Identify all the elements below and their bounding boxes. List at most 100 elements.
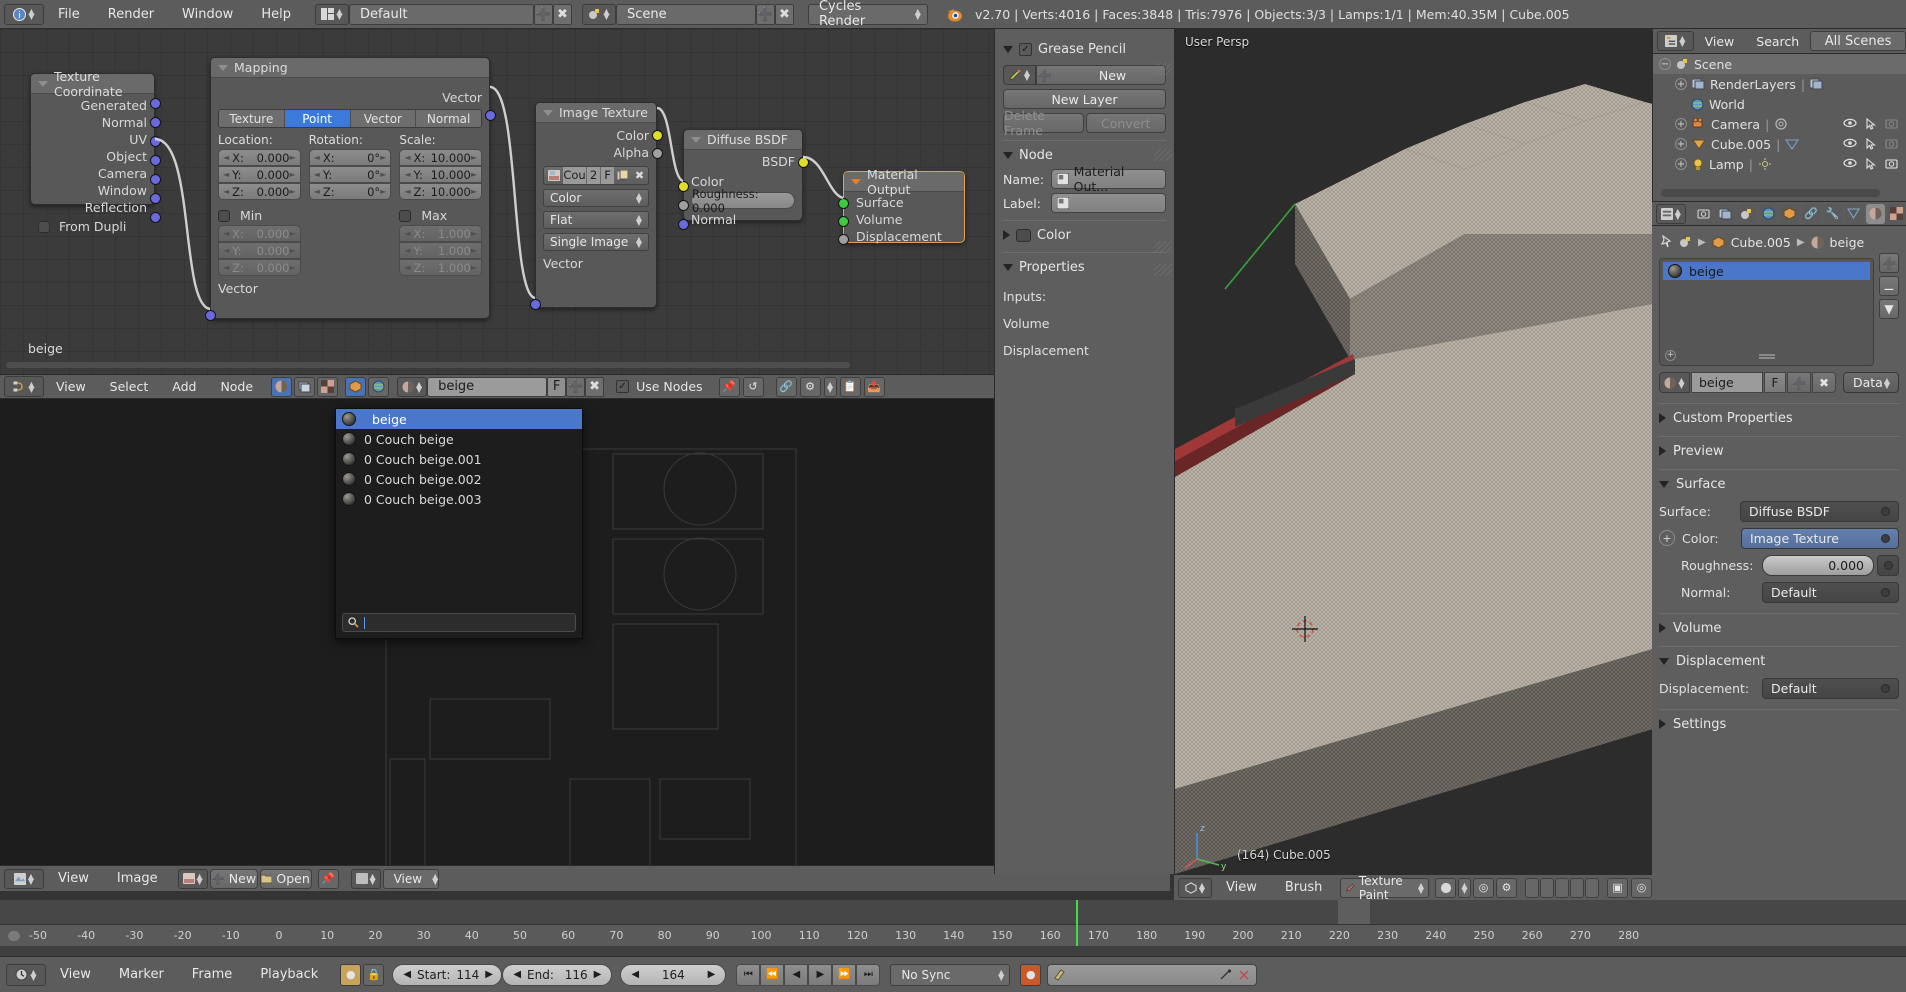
panel-collapse-icon[interactable]	[1003, 263, 1013, 271]
delete-keyframe-icon[interactable]	[1238, 969, 1251, 981]
interaction-mode-dropdown[interactable]: Texture Paint ▲ ▼	[1340, 874, 1429, 902]
projection-dropdown[interactable]: Flat ▲ ▼	[543, 211, 649, 229]
menu-render[interactable]: Render	[94, 4, 168, 25]
shading-spinner[interactable]: ▲ ▼	[1458, 877, 1471, 898]
list-resize-grip[interactable]	[1758, 354, 1775, 359]
node-texture-coordinate[interactable]: Texture Coordinate Generated Normal UV O…	[30, 69, 161, 234]
outliner-row-world[interactable]: World	[1653, 94, 1906, 114]
outliner-row-camera[interactable]: + Camera |	[1653, 114, 1906, 134]
material-dropdown-popup[interactable]: beige 0 Couch beige 0 Couch beige.001 0 …	[335, 408, 583, 639]
use-nodes-checkbox[interactable]: ✓	[616, 380, 630, 393]
node-label-field[interactable]	[1051, 193, 1166, 213]
panel-custom-properties[interactable]: Custom Properties	[1659, 407, 1899, 429]
node-image-texture[interactable]: Image Texture Color Alpha Cou 2 F ✖ Colo…	[530, 102, 663, 310]
socket-alpha-out[interactable]	[652, 148, 663, 159]
dropdown-item-couch-beige-002[interactable]: 0 Couch beige.002	[336, 469, 582, 489]
dropdown-item-couch-beige-001[interactable]: 0 Couch beige.001	[336, 449, 582, 469]
renderability-camera-icon[interactable]	[1885, 118, 1898, 129]
renderability-camera-icon[interactable]	[1885, 158, 1898, 169]
outliner[interactable]: ▲ ▼ View Search All Scenes − Scene + Rend…	[1652, 29, 1906, 201]
slot-world-icon[interactable]	[368, 376, 390, 397]
timeline[interactable]: -50 -40 -30 -20 -10 0 10 20 30 40 50 60 70 80 90 100 110…	[0, 900, 1906, 956]
sync-mode-dropdown[interactable]: No Sync ▲ ▼	[890, 963, 1011, 986]
projection-spinner[interactable]: ▲ ▼	[636, 214, 642, 227]
render-engine-dropdown[interactable]: Cycles Render ▲ ▼	[807, 0, 928, 29]
tab-world[interactable]	[1758, 203, 1778, 224]
material-fake-user-button[interactable]: F	[547, 376, 567, 397]
displacement-input-dropdown[interactable]: Default	[1762, 677, 1899, 699]
node-header[interactable]: Diffuse BSDF	[684, 130, 802, 150]
add-material-slot-button[interactable]: ➕	[1879, 253, 1899, 273]
go-parent-icon[interactable]: ↺	[742, 376, 764, 397]
layer-button-1[interactable]	[1525, 877, 1539, 898]
outliner-row-scene[interactable]: − Scene	[1653, 54, 1906, 74]
outliner-type-spinner[interactable]: ▲ ▼	[1679, 35, 1685, 48]
node-header[interactable]: Texture Coordinate	[31, 69, 154, 99]
panel-displacement[interactable]: Displacement	[1659, 650, 1899, 672]
source-spinner[interactable]: ▲ ▼	[636, 236, 642, 249]
material-new-button[interactable]: ➕	[566, 376, 586, 397]
gp-new-layer-button[interactable]: New Layer	[1003, 89, 1166, 109]
socket-volume-in[interactable]	[838, 216, 849, 227]
location-x-field[interactable]: ◄ X: 0.000 ►	[218, 149, 301, 166]
node-editor-type-selector[interactable]: ▲ ▼	[4, 376, 44, 397]
normal-input-dropdown[interactable]: Default	[1762, 581, 1899, 603]
panel-collapse-icon[interactable]	[1659, 480, 1669, 488]
pin-image-icon[interactable]: 📌	[317, 868, 339, 889]
min-checkbox[interactable]	[218, 210, 230, 222]
collapse-triangle-icon[interactable]	[38, 80, 48, 87]
roughness-slider[interactable]: 0.000	[1762, 554, 1874, 576]
rotation-y-field[interactable]: ◄ Y: 0° ►	[308, 166, 392, 183]
panel-expand-icon[interactable]	[1003, 230, 1010, 240]
material-unlink-button[interactable]: ✖	[1812, 372, 1836, 393]
expand-icon[interactable]: +	[1675, 138, 1687, 150]
gp-convert-button[interactable]: Convert	[1085, 113, 1166, 133]
socket-normal-in[interactable]	[678, 219, 689, 230]
socket-camera[interactable]	[150, 174, 161, 185]
selectability-cursor-icon[interactable]	[1866, 118, 1876, 130]
snap-magnet-icon[interactable]: ⚙	[1496, 877, 1517, 898]
delete-scene-button[interactable]: ✖	[774, 3, 794, 25]
outliner-row-lamp[interactable]: + Lamp |	[1653, 154, 1906, 174]
dropdown-search-input[interactable]	[342, 613, 576, 632]
surface-animate-dot[interactable]	[1881, 506, 1890, 516]
max-y-field[interactable]: ◄ Y: 1.000 ►	[399, 242, 483, 259]
lock-icon[interactable]: 🔒	[363, 963, 385, 986]
end-frame-field[interactable]: ◀ End: 116 ▶	[502, 963, 613, 986]
snap-spinner[interactable]: ▲ ▼	[823, 376, 837, 397]
min-z-field[interactable]: ◄ Z: 0.000 ►	[218, 259, 301, 276]
material-name-field[interactable]: beige	[427, 376, 548, 397]
node-diffuse-bsdf[interactable]: Diffuse BSDF BSDF Color Roughness: 0.000…	[678, 129, 809, 230]
view-mode-icon[interactable]: ▲ ▼	[350, 868, 381, 889]
grease-pencil-panel-header[interactable]: ✓ Grease Pencil	[1003, 39, 1172, 75]
max-x-field[interactable]: ◄ X: 1.000 ►	[399, 225, 483, 242]
breadcrumb-object[interactable]: Cube.005	[1731, 235, 1791, 250]
material-browse-icon[interactable]: ▲ ▼	[1659, 372, 1690, 393]
image-browse-button[interactable]: ▲ ▼	[177, 868, 208, 889]
pin-icon[interactable]: 📌	[718, 376, 740, 397]
auto-keyframe-icon[interactable]: ●	[340, 963, 362, 986]
image-menu-view[interactable]: View	[44, 868, 103, 889]
location-y-field[interactable]: ◄ Y: 0.000 ►	[218, 166, 301, 183]
node-mapping[interactable]: Mapping Vector Texture Point Vector Norm…	[205, 57, 496, 321]
material-new-button[interactable]: ➕	[1787, 372, 1811, 393]
screen-layout-icon[interactable]: ▲ ▼	[314, 3, 349, 25]
pin-icon[interactable]	[1659, 235, 1673, 249]
collapse-triangle-icon[interactable]	[691, 136, 701, 143]
color-expand-icon[interactable]: +	[1659, 530, 1675, 546]
socket-window[interactable]	[150, 193, 161, 204]
add-scene-button[interactable]: ➕	[755, 3, 775, 25]
record-button[interactable]: ●	[1020, 963, 1042, 986]
tab-normal[interactable]: Normal	[416, 110, 481, 127]
dropdown-item-couch-beige-003[interactable]: 0 Couch beige.003	[336, 489, 582, 509]
scene-spinner[interactable]: ▲ ▼	[603, 8, 609, 21]
outliner-menu-view[interactable]: View	[1694, 31, 1746, 52]
editor-type-selector[interactable]: i ▲ ▼	[4, 3, 44, 25]
jump-to-end-button[interactable]: ⏭	[856, 963, 881, 986]
scene-dropdown[interactable]: Scene	[615, 3, 756, 25]
sync-mode-spinner[interactable]: ▲ ▼	[998, 968, 1004, 981]
active-keying-set-field[interactable]	[1047, 963, 1258, 986]
gp-datablock-icon[interactable]: ▲ ▼	[1003, 65, 1036, 85]
view-mode-arrows[interactable]: ▲ ▼	[432, 872, 438, 885]
node-material-output[interactable]: Material Output Surface Volume Displacem…	[838, 167, 965, 245]
